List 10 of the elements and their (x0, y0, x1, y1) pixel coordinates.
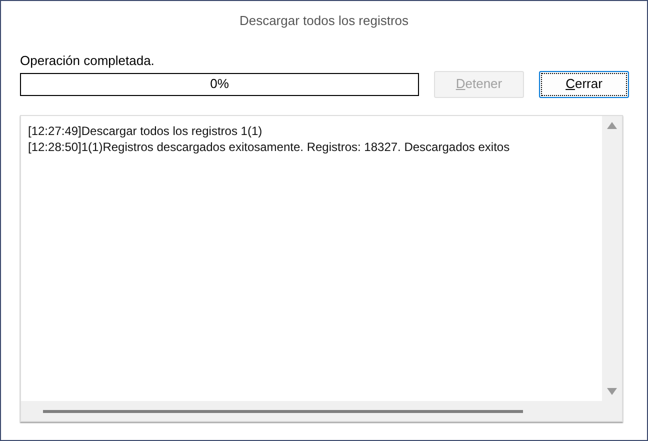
scroll-up-icon[interactable] (607, 122, 617, 129)
log-line: [12:27:49]Descargar todos los registros 1(1) (28, 123, 262, 139)
status-label: Operación completada. (20, 53, 154, 69)
progress-reading: 0% (209, 75, 230, 94)
window-title: Descargar todos los registros (238, 12, 410, 30)
dialog-button[interactable]: Cerrar (539, 70, 629, 98)
log-line: [12:28:50]1(1)Registros descargados exitosamente. Registros: 18327. Descargados exitos (28, 139, 510, 155)
vertical-scrollbar[interactable] (602, 116, 622, 401)
scroll-down-icon[interactable] (607, 388, 617, 395)
horizontal-scroll-thumb[interactable] (43, 410, 523, 412)
